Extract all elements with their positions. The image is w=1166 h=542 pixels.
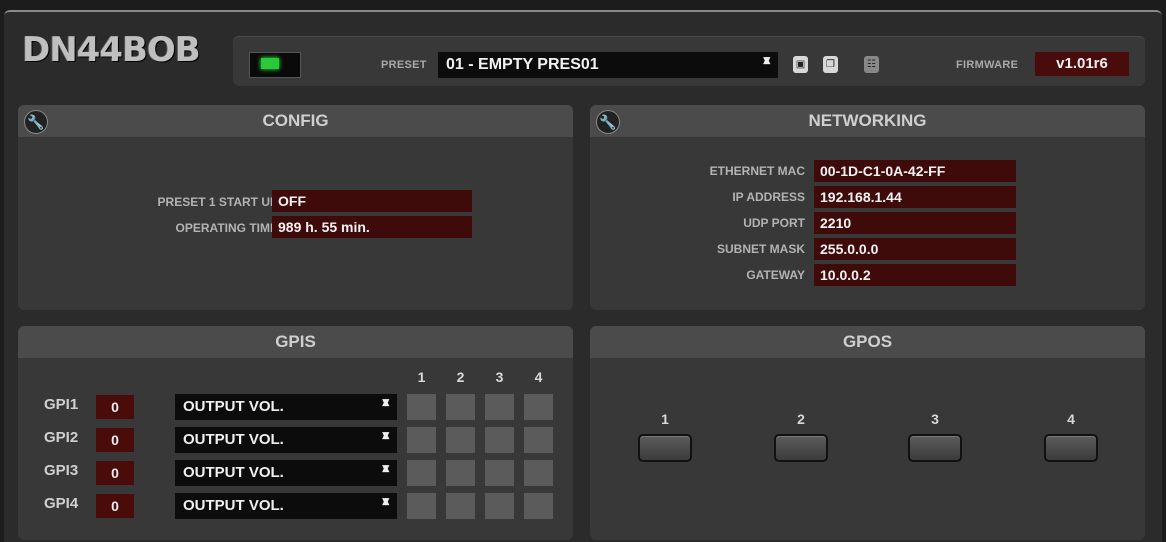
gpi-cell[interactable] — [446, 460, 475, 486]
gpi-cell[interactable] — [524, 394, 553, 420]
led-indicator — [261, 58, 279, 69]
gpo-number: 1 — [661, 411, 669, 427]
gpi-cell[interactable] — [485, 460, 514, 486]
gpos-panel: GPOS 1 2 3 4 — [590, 326, 1145, 540]
gpi-cell[interactable] — [446, 493, 475, 519]
networking-panel: 🔧 NETWORKING ETHERNET MAC 00-1D-C1-0A-42… — [590, 105, 1145, 310]
preset-select[interactable]: 01 - EMPTY PRES01 ▴ ▾ — [438, 52, 778, 78]
gpi-cell[interactable] — [485, 394, 514, 420]
ethernet-mac-value: 00-1D-C1-0A-42-FF — [814, 160, 1016, 182]
up-down-arrows-icon: ▴ ▾ — [382, 493, 389, 508]
gpi-function-select[interactable]: OUTPUT VOL. ▴ ▾ — [175, 427, 397, 453]
gpi-function-value: OUTPUT VOL. — [183, 497, 284, 514]
preset-startup-value[interactable]: OFF — [272, 190, 472, 212]
operating-time-value: 989 h. 55 min. — [272, 216, 472, 238]
config-row-label: PRESET 1 START UP — [157, 195, 278, 209]
gpis-panel: GPIS 1 2 3 4 GPI1 0 OUTPUT VOL. ▴ ▾ GPI2 0… — [18, 326, 573, 540]
up-down-arrows-icon: ▴ ▾ — [382, 427, 389, 442]
subnet-mask-label: SUBNET MASK — [716, 242, 805, 256]
gpi-cell[interactable] — [485, 493, 514, 519]
gpos-header: GPOS — [590, 326, 1145, 358]
networking-title: NETWORKING — [808, 111, 927, 130]
gateway-label: GATEWAY — [746, 268, 805, 282]
gpi-cell[interactable] — [524, 493, 553, 519]
ethernet-mac-label: ETHERNET MAC — [709, 164, 805, 178]
save-icon[interactable]: ▣ — [793, 56, 808, 73]
gpi-label: GPI1 — [44, 396, 79, 413]
paste-icon[interactable]: ☷ — [864, 56, 879, 73]
gpis-title: GPIS — [275, 332, 316, 351]
gateway-field[interactable]: 10.0.0.2 — [814, 264, 1016, 286]
gpi-cell[interactable] — [524, 460, 553, 486]
wrench-icon[interactable]: 🔧 — [24, 110, 48, 134]
gpi-cell[interactable] — [407, 427, 436, 453]
device-logo: DN44BOB — [22, 30, 201, 70]
subnet-mask-field[interactable]: 255.0.0.0 — [814, 238, 1016, 260]
config-title: CONFIG — [262, 111, 329, 130]
gpis-header: GPIS — [18, 326, 573, 358]
gpo-button-2[interactable] — [774, 434, 828, 462]
gpi-function-value: OUTPUT VOL. — [183, 431, 284, 448]
gpi-value: 0 — [96, 461, 134, 485]
gpi-cell[interactable] — [446, 394, 475, 420]
up-down-arrows-icon: ▴ ▾ — [382, 394, 389, 409]
firmware-value: v1.01r6 — [1035, 52, 1129, 76]
preset-value: 01 - EMPTY PRES01 — [446, 56, 599, 73]
config-header: 🔧 CONFIG — [18, 105, 573, 137]
gpi-cell[interactable] — [446, 427, 475, 453]
config-panel: 🔧 CONFIG PRESET 1 START UP OFF OPERATING… — [18, 105, 573, 310]
udp-port-field[interactable]: 2210 — [814, 212, 1016, 234]
gpi-column-number: 4 — [534, 369, 543, 385]
gpi-column-number: 3 — [495, 369, 504, 385]
gpi-cell[interactable] — [407, 493, 436, 519]
gpi-column-number: 1 — [417, 369, 426, 385]
gpi-label: GPI4 — [44, 495, 79, 512]
gpi-function-select[interactable]: OUTPUT VOL. ▴ ▾ — [175, 460, 397, 486]
config-row-label: OPERATING TIME — [175, 221, 278, 235]
copy-icon[interactable]: ❐ — [823, 56, 838, 73]
gpi-function-value: OUTPUT VOL. — [183, 464, 284, 481]
gpo-button-4[interactable] — [1044, 434, 1098, 462]
gpo-number: 3 — [931, 411, 939, 427]
gpi-cell[interactable] — [407, 394, 436, 420]
gpi-label: GPI2 — [44, 429, 79, 446]
gpo-button-1[interactable] — [638, 434, 692, 462]
networking-header: 🔧 NETWORKING — [590, 105, 1145, 137]
gpi-cell[interactable] — [524, 427, 553, 453]
gpi-cell[interactable] — [407, 460, 436, 486]
preset-label: PRESET — [381, 59, 427, 71]
up-down-arrows-icon: ▴ ▾ — [763, 52, 770, 67]
gpi-value: 0 — [96, 428, 134, 452]
gpos-title: GPOS — [842, 332, 893, 351]
gpi-value: 0 — [96, 395, 134, 419]
gpo-number: 2 — [797, 411, 805, 427]
status-led — [249, 52, 301, 78]
firmware-label: FIRMWARE — [956, 59, 1019, 71]
up-down-arrows-icon: ▴ ▾ — [382, 460, 389, 475]
gpi-function-select[interactable]: OUTPUT VOL. ▴ ▾ — [175, 493, 397, 519]
ip-address-field[interactable]: 192.168.1.44 — [814, 186, 1016, 208]
gpi-function-select[interactable]: OUTPUT VOL. ▴ ▾ — [175, 394, 397, 420]
udp-port-label: UDP PORT — [743, 216, 805, 230]
wrench-icon[interactable]: 🔧 — [596, 110, 620, 134]
gpi-cell[interactable] — [485, 427, 514, 453]
gpi-value: 0 — [96, 494, 134, 518]
gpo-button-3[interactable] — [908, 434, 962, 462]
gpi-label: GPI3 — [44, 462, 79, 479]
gpi-column-number: 2 — [456, 369, 465, 385]
gpi-function-value: OUTPUT VOL. — [183, 398, 284, 415]
ip-address-label: IP ADDRESS — [732, 190, 805, 204]
gpo-number: 4 — [1067, 411, 1075, 427]
